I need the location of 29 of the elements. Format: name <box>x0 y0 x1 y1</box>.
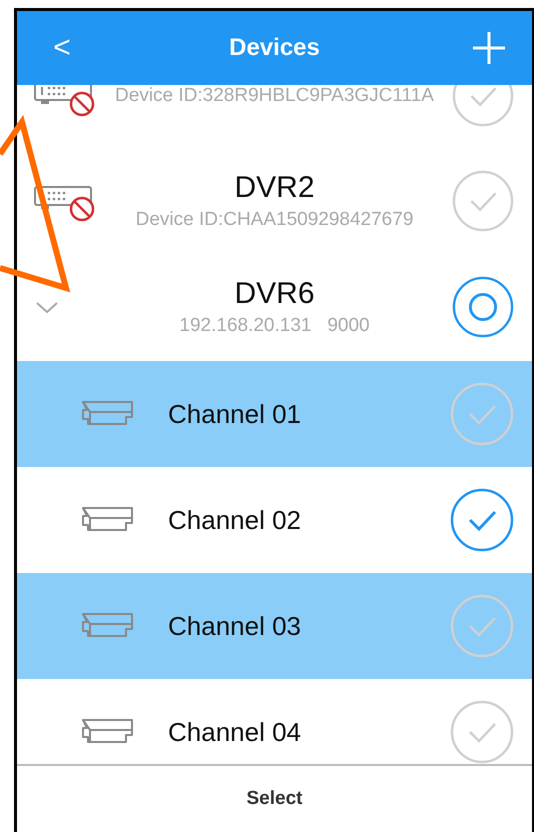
channel-row[interactable]: Channel 03 <box>17 573 532 679</box>
add-icon[interactable] <box>472 31 506 65</box>
device-name: DVR6 <box>234 277 315 311</box>
camera-icon <box>80 506 136 534</box>
device-row[interactable]: DVR6 192.168.20.131 9000 <box>17 253 532 361</box>
page-title: Devices <box>229 34 320 62</box>
partial-select-icon[interactable] <box>452 275 514 339</box>
device-name: DVR2 <box>234 170 315 204</box>
select-button[interactable]: Select <box>236 784 312 814</box>
check-circle[interactable] <box>450 488 514 552</box>
dvr-offline-icon <box>33 85 95 118</box>
channel-name: Channel 04 <box>168 716 302 748</box>
device-id-text: 192.168.20.131 9000 <box>179 315 370 337</box>
camera-icon <box>80 612 136 640</box>
device-row[interactable]: DVR2 Device ID:CHAA1509298427679 <box>17 148 532 253</box>
device-id-text: Device ID:CHAA1509298427679 <box>136 208 414 230</box>
check-circle[interactable] <box>450 594 514 658</box>
check-circle[interactable] <box>450 382 514 446</box>
channel-row[interactable]: Channel 04 <box>17 679 532 764</box>
channel-name: Channel 01 <box>168 398 302 430</box>
camera-icon <box>80 400 136 428</box>
check-circle[interactable] <box>452 168 514 232</box>
check-circle[interactable] <box>450 700 514 764</box>
device-id-text: Device ID:328R9HBLC9PA3GJC111A <box>115 85 434 106</box>
channel-row[interactable]: Channel 02 <box>17 467 532 573</box>
channel-name: Channel 03 <box>168 610 302 642</box>
camera-icon <box>80 718 136 746</box>
channel-row[interactable]: Channel 01 <box>17 361 532 467</box>
channel-name: Channel 02 <box>168 504 302 536</box>
